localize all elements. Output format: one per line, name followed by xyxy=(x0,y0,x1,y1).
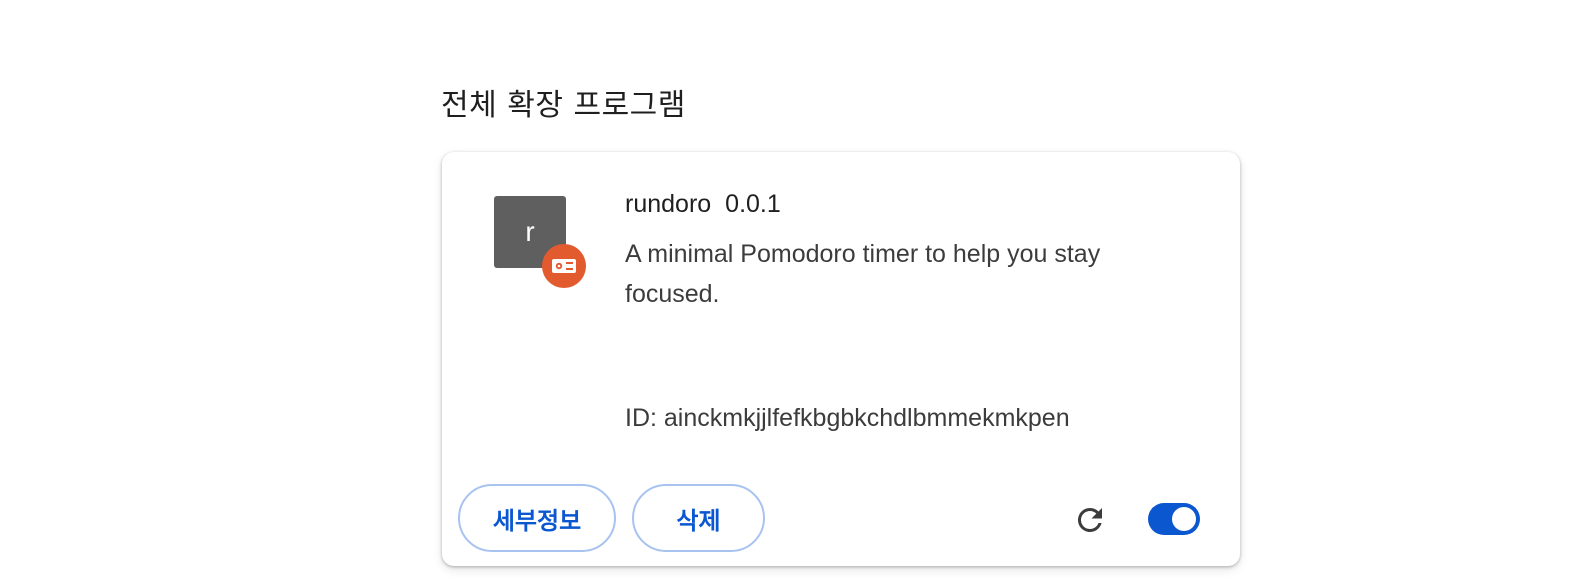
toggle-knob xyxy=(1172,507,1196,531)
unpacked-extension-badge xyxy=(542,244,586,288)
unpacked-extension-icon xyxy=(552,259,576,273)
extension-card: r rundoro 0.0.1 A minimal Pomodoro timer … xyxy=(442,152,1240,566)
reload-button[interactable] xyxy=(1072,502,1108,538)
details-button[interactable]: 세부정보 xyxy=(458,484,616,552)
reload-icon xyxy=(1077,507,1102,532)
extension-enabled-toggle[interactable] xyxy=(1148,503,1200,535)
extension-version: 0.0.1 xyxy=(725,190,781,218)
remove-button[interactable]: 삭제 xyxy=(632,484,765,552)
extension-description: A minimal Pomodoro timer to help you sta… xyxy=(625,240,1101,308)
extension-icon-letter: r xyxy=(525,216,535,247)
extension-name-line: rundoro 0.0.1 xyxy=(625,190,781,219)
section-title: 전체 확장 프로그램 xyxy=(441,88,686,123)
extension-id: ID: ainckmkjjlfefkbgbkchdlbmmekmkpen xyxy=(625,404,1070,432)
extension-name: rundoro xyxy=(625,190,712,218)
